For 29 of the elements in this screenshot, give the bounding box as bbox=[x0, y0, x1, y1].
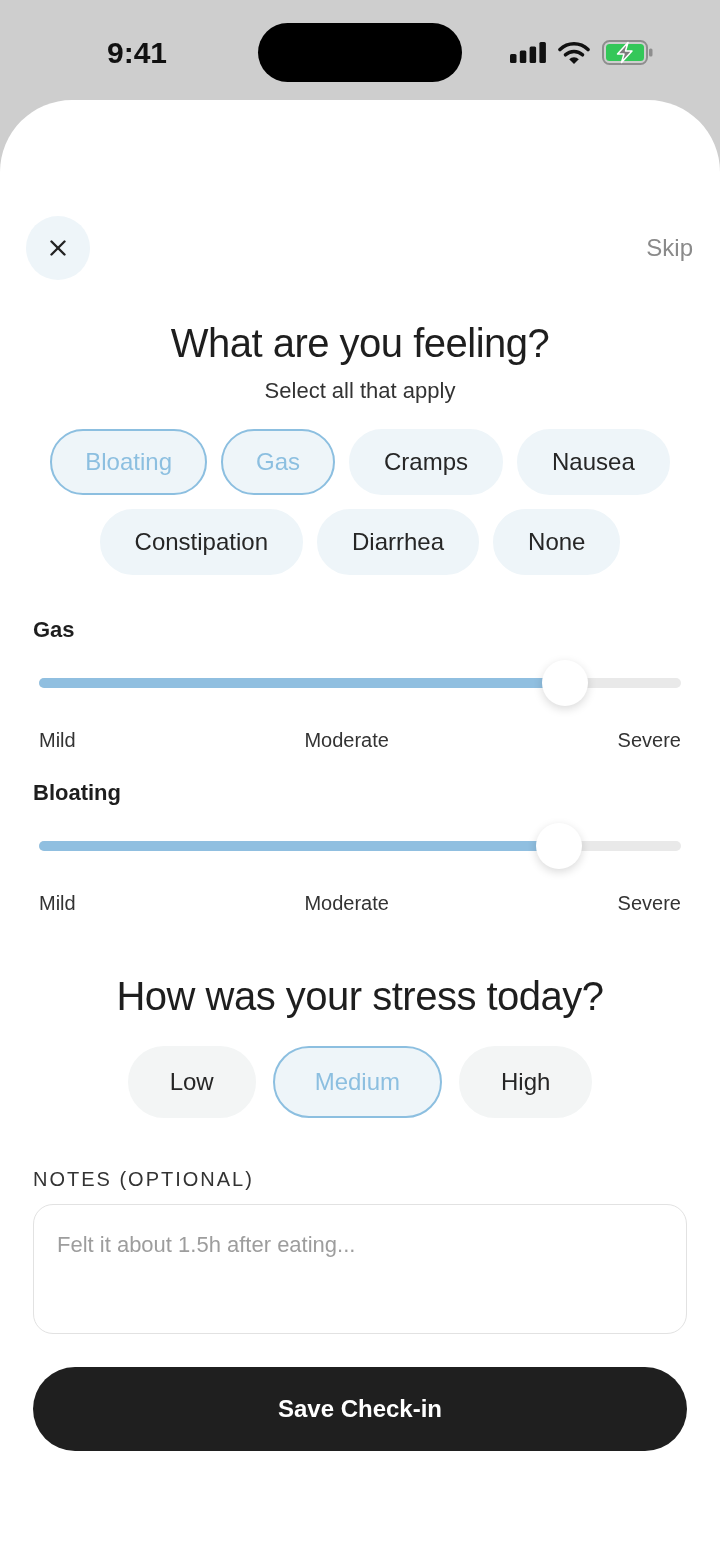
severity-slider[interactable] bbox=[39, 823, 681, 869]
stress-option[interactable]: High bbox=[459, 1046, 593, 1118]
symptom-chip[interactable]: None bbox=[493, 509, 621, 575]
symptom-chip[interactable]: Diarrhea bbox=[317, 509, 480, 575]
scale-label: Moderate bbox=[304, 728, 389, 752]
stress-option[interactable]: Low bbox=[127, 1046, 256, 1118]
save-button[interactable]: Save Check-in bbox=[33, 1367, 687, 1451]
scale-label: Severe bbox=[617, 728, 681, 752]
severity-label: Gas bbox=[33, 616, 76, 644]
notes-label: NOTES (OPTIONAL) bbox=[33, 1167, 255, 1191]
symptoms-subtitle: Select all that apply bbox=[263, 377, 457, 405]
slider-thumb[interactable] bbox=[542, 660, 589, 706]
scale-label: Mild bbox=[39, 728, 76, 752]
symptoms-title: What are you feeling? bbox=[169, 320, 551, 367]
scale-label: Severe bbox=[617, 891, 681, 915]
notes-field[interactable]: Felt it about 1.5h after eating... bbox=[33, 1204, 687, 1334]
symptom-chip[interactable]: Nausea bbox=[517, 429, 670, 495]
symptom-chip[interactable]: Constipation bbox=[99, 509, 303, 575]
scale-label: Mild bbox=[39, 891, 76, 915]
wifi-icon bbox=[558, 41, 590, 64]
slider-thumb[interactable] bbox=[536, 823, 582, 869]
status-time: 9:41 bbox=[107, 37, 168, 68]
battery-charging-icon bbox=[602, 40, 653, 65]
signal-icon bbox=[510, 42, 546, 63]
scale-label: Moderate bbox=[304, 891, 389, 915]
severity-label: Bloating bbox=[33, 779, 122, 807]
symptom-chip[interactable]: Cramps bbox=[349, 429, 503, 495]
severity-slider[interactable] bbox=[39, 660, 681, 706]
stress-title: How was your stress today? bbox=[115, 973, 605, 1020]
